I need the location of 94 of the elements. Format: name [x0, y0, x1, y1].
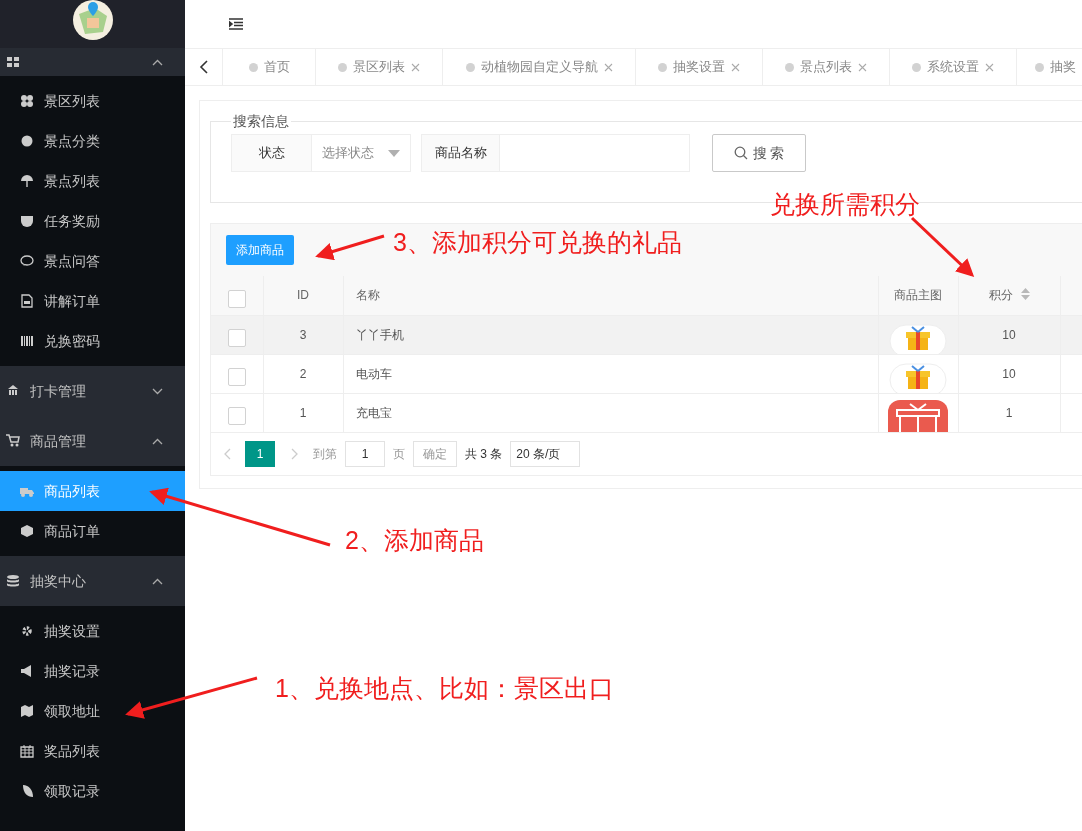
- page-tab[interactable]: 景点列表: [763, 49, 890, 85]
- chevron-right-icon[interactable]: [291, 448, 299, 460]
- table-cell: 1: [299, 405, 307, 420]
- annotation-text: 2、添加商品: [345, 525, 484, 556]
- menu-item[interactable]: 商品订单: [0, 511, 185, 551]
- gear-icon: [20, 624, 34, 638]
- grid-icon: [6, 55, 20, 69]
- logo-icon: [72, 0, 113, 40]
- chevron-left-icon[interactable]: [198, 60, 209, 74]
- menu-item[interactable]: 讲解订单: [0, 281, 185, 321]
- close-icon[interactable]: [603, 62, 613, 72]
- column-header[interactable]: 积分: [988, 288, 1013, 303]
- chevron-up-icon: [152, 437, 163, 445]
- goto-label: 到第: [313, 446, 337, 463]
- bank-icon: [6, 384, 20, 398]
- close-icon[interactable]: [985, 62, 994, 72]
- close-icon[interactable]: [731, 62, 740, 72]
- menu-item[interactable]: 兑换密码: [0, 321, 185, 361]
- annotation-arrow: [315, 234, 385, 261]
- menu-item[interactable]: 任务奖励: [0, 201, 185, 241]
- table-cell: 10: [1002, 327, 1016, 342]
- table-cell: 丫丫手机: [355, 327, 404, 342]
- page-input[interactable]: 1: [345, 441, 385, 467]
- search-legend: 搜索信息: [231, 111, 291, 132]
- chevron-up-icon: [152, 577, 163, 585]
- dot-icon: [1035, 62, 1044, 72]
- table-cell: 1: [1005, 405, 1013, 420]
- page-tab[interactable]: 抽奖设置: [636, 49, 763, 85]
- menu-item[interactable]: 抽奖记录: [0, 651, 185, 691]
- menu-item[interactable]: 抽奖设置: [0, 611, 185, 651]
- page-size-select[interactable]: 20 条/页: [510, 441, 581, 467]
- menu-fold-icon[interactable]: [229, 18, 243, 30]
- table-cell: 充电宝: [355, 405, 392, 420]
- checkbox[interactable]: [227, 367, 246, 386]
- column-header: 名称: [355, 288, 380, 303]
- page-tab[interactable]: 系统设置: [890, 49, 1017, 85]
- menu-group[interactable]: 打卡管理: [0, 366, 185, 416]
- page-unit: 页: [393, 446, 405, 463]
- cart-icon: [6, 434, 20, 448]
- barcode-icon: [20, 334, 34, 348]
- menu-group[interactable]: 抽奖中心: [0, 556, 185, 606]
- menu-item[interactable]: 景点列表: [0, 161, 185, 201]
- dot-icon: [658, 62, 667, 72]
- dot-icon: [912, 62, 921, 72]
- menu-item[interactable]: 领取地址: [0, 691, 185, 731]
- menu-item[interactable]: 景区列表: [0, 81, 185, 121]
- cubes-icon: [20, 94, 34, 108]
- page-button[interactable]: 1: [245, 441, 275, 467]
- search-icon: [733, 146, 748, 160]
- chat-bubble-icon: [20, 254, 34, 268]
- column-header: 商品主图: [894, 288, 942, 303]
- page-tab[interactable]: 首页: [223, 49, 316, 85]
- page-tab[interactable]: 抽奖: [1017, 49, 1082, 85]
- chevron-up-icon: [152, 58, 163, 66]
- sort-icon[interactable]: [1020, 288, 1030, 301]
- chevron-down-icon: [152, 387, 163, 395]
- annotation-text: 1、兑换地点、比如：景区出口: [275, 673, 614, 704]
- checkbox[interactable]: [227, 289, 246, 308]
- menu-group[interactable]: [0, 48, 185, 76]
- calendar-icon: [20, 744, 34, 758]
- page-tab[interactable]: 景区列表: [316, 49, 443, 85]
- dot-icon: [338, 62, 347, 72]
- close-icon[interactable]: [411, 62, 420, 72]
- dot-icon: [465, 62, 475, 72]
- checkbox[interactable]: [227, 407, 246, 426]
- total-count: 共 3 条: [465, 446, 503, 463]
- menu-item[interactable]: 景点分类: [0, 121, 185, 161]
- leaf-icon: [20, 784, 34, 798]
- column-header: ID: [297, 288, 309, 303]
- table-cell: 10: [1002, 366, 1016, 381]
- annotation-text: 兑换所需积分: [770, 189, 920, 220]
- table-cell: 2: [299, 366, 307, 381]
- audio-file-icon: [20, 294, 34, 308]
- dot-icon: [785, 62, 794, 72]
- umbrella-icon: [20, 174, 34, 188]
- annotation-text: 3、添加积分可兑换的礼品: [393, 227, 682, 258]
- dot-icon: [248, 62, 258, 72]
- flower-icon: [20, 134, 34, 148]
- checkbox[interactable]: [227, 328, 246, 347]
- shield-icon: [20, 214, 34, 228]
- page-tab[interactable]: 动植物园自定义导航: [443, 49, 636, 85]
- close-icon[interactable]: [858, 62, 867, 72]
- menu-item[interactable]: 景点问答: [0, 241, 185, 281]
- hexagon-icon: [20, 524, 34, 538]
- table-cell: 3: [299, 327, 307, 342]
- database-icon: [6, 574, 20, 588]
- map-icon: [20, 704, 34, 718]
- menu-item[interactable]: 领取记录: [0, 771, 185, 811]
- table-cell: 电动车: [355, 366, 392, 381]
- annotation-arrow: [910, 216, 975, 278]
- megaphone-icon: [20, 664, 34, 678]
- menu-item[interactable]: 奖品列表: [0, 731, 185, 771]
- search-button[interactable]: 搜 索: [712, 134, 806, 172]
- menu-group[interactable]: 商品管理: [0, 416, 185, 466]
